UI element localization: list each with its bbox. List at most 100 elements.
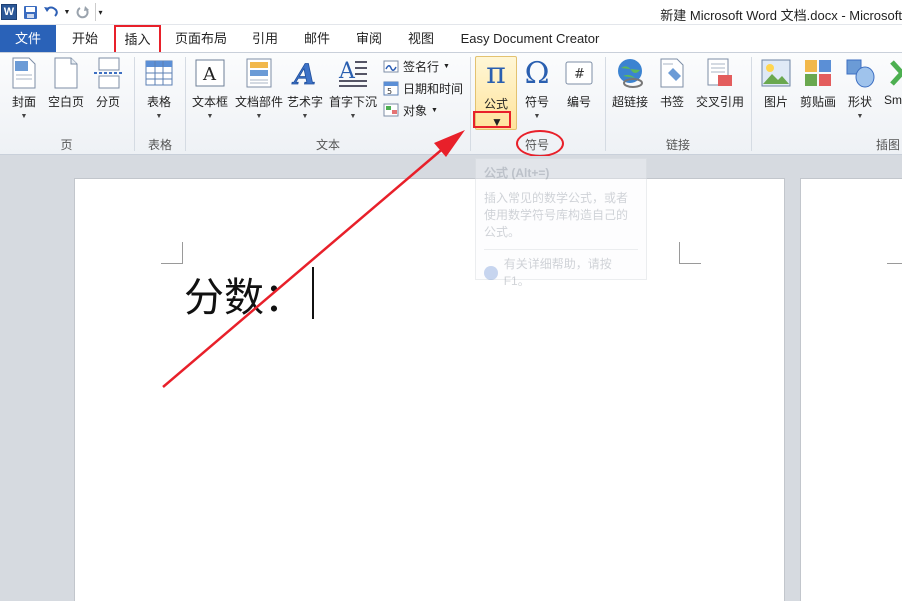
number-icon: #: [563, 57, 595, 89]
document-page[interactable]: 分数：: [74, 178, 785, 601]
quick-parts-dropdown-icon: ▼: [255, 113, 263, 120]
customize-qat-icon[interactable]: ▾: [95, 3, 105, 21]
svg-text:A: A: [202, 64, 217, 85]
shapes-button[interactable]: 形状 ▼: [843, 57, 877, 120]
tab-review[interactable]: 审阅: [348, 25, 390, 52]
tab-insert[interactable]: 插入: [114, 25, 161, 55]
table-icon: [143, 57, 175, 89]
page-break-icon: [92, 57, 124, 89]
help-icon: [484, 266, 498, 280]
equation-tooltip: 公式 (Alt+=) 插入常见的数学公式，或者使用数学符号库构造自己的公式。 有…: [475, 158, 647, 288]
group-separator: [751, 57, 752, 151]
undo-icon[interactable]: [42, 3, 60, 21]
crop-mark: [679, 242, 701, 264]
picture-label: 图片: [763, 95, 788, 109]
tooltip-divider: [484, 249, 638, 250]
object-button[interactable]: 对象 ▼: [383, 100, 438, 120]
cover-page-label: 封面: [11, 95, 36, 109]
number-button[interactable]: # 编号: [562, 57, 596, 110]
shapes-icon: [844, 57, 876, 89]
textbox-icon: A: [194, 57, 226, 89]
tab-references[interactable]: 引用: [244, 25, 286, 52]
number-label: 编号: [566, 95, 591, 109]
signature-line-button[interactable]: 签名行 ▼: [383, 56, 450, 76]
equation-dropdown-highlight: [473, 111, 511, 128]
tab-file[interactable]: 文件: [0, 25, 56, 52]
dropcap-button[interactable]: A 首字下沉 ▼: [328, 57, 378, 120]
table-label: 表格: [146, 95, 171, 109]
save-icon[interactable]: [21, 3, 39, 21]
equation-label: 公式: [483, 97, 508, 111]
tab-mailings[interactable]: 邮件: [296, 25, 338, 52]
quick-parts-button[interactable]: 文档部件 ▼: [233, 57, 285, 120]
page-break-label: 分页: [95, 95, 120, 109]
wordart-button[interactable]: A 艺术字 ▼: [286, 57, 324, 120]
hyperlink-label: 超链接: [611, 95, 648, 109]
symbols-group-highlight: [516, 130, 564, 157]
textbox-button[interactable]: A 文本框 ▼: [190, 57, 230, 120]
cover-page-button[interactable]: 封面 ▼: [6, 57, 42, 120]
symbol-label: 符号: [524, 95, 549, 109]
word-app-icon[interactable]: W: [0, 3, 18, 21]
dropcap-label: 首字下沉: [328, 95, 377, 109]
table-button[interactable]: 表格 ▼: [141, 57, 177, 120]
crop-mark: [887, 242, 902, 264]
tooltip-help: 有关详细帮助，请按 F1。: [484, 256, 638, 290]
tab-page-layout[interactable]: 页面布局: [170, 25, 232, 52]
svg-text:#: #: [574, 67, 585, 82]
symbol-dropdown-icon: ▼: [533, 113, 541, 120]
tab-easy-document-creator[interactable]: Easy Document Creator: [452, 25, 608, 52]
textbox-label: 文本框: [191, 95, 228, 109]
dropcap-icon: A: [337, 57, 369, 89]
cross-reference-icon: [704, 57, 736, 89]
picture-button[interactable]: 图片: [758, 57, 794, 110]
window-title: 新建 Microsoft Word 文档.docx - Microsoft: [660, 8, 902, 23]
document-area: 分数：: [0, 156, 902, 601]
cover-page-dropdown-icon: ▼: [20, 113, 28, 120]
hyperlink-icon: [614, 57, 646, 89]
document-text[interactable]: 分数：: [184, 265, 304, 323]
tab-view[interactable]: 视图: [400, 25, 442, 52]
tooltip-help-text: 有关详细帮助，请按 F1。: [503, 257, 612, 288]
pi-icon: π: [486, 55, 506, 91]
quick-access-toolbar: W ▼ ▾: [0, 2, 108, 22]
document-page-next[interactable]: [800, 178, 902, 601]
quick-parts-label: 文档部件: [234, 95, 283, 109]
redo-icon[interactable]: [74, 3, 92, 21]
text-group-label: 文本: [315, 138, 340, 152]
word-logo: W: [1, 4, 17, 20]
signature-line-icon: [383, 58, 399, 74]
smartart-button[interactable]: Sm: [881, 57, 902, 107]
undo-dropdown-icon[interactable]: ▼: [63, 3, 71, 21]
hyperlink-button[interactable]: 超链接: [610, 57, 650, 110]
object-dropdown-icon: ▼: [431, 106, 438, 114]
wordart-icon: A: [289, 57, 321, 89]
smartart-label: Sm: [884, 93, 902, 107]
date-time-label: 日期和时间: [403, 81, 464, 96]
clipart-icon: [802, 57, 834, 89]
tab-home[interactable]: 开始: [64, 25, 106, 52]
picture-icon: [760, 57, 792, 89]
bookmark-icon: [656, 57, 688, 89]
object-icon: [383, 102, 399, 118]
cross-reference-label: 交叉引用: [695, 95, 744, 109]
page-break-button[interactable]: 分页: [91, 57, 125, 110]
tooltip-title: 公式 (Alt+=): [484, 166, 550, 180]
crop-mark: [161, 242, 183, 264]
title-bar: W ▼ ▾ 新建 Microsoft Word 文档.docx - Micros…: [0, 0, 902, 25]
ribbon-tabs: 文件 开始 插入 页面布局 引用 邮件 审阅 视图 Easy Document …: [0, 25, 902, 55]
text-cursor: [312, 267, 314, 319]
blank-page-button[interactable]: 空白页: [46, 57, 86, 110]
cross-reference-button[interactable]: 交叉引用: [694, 57, 746, 110]
signature-line-label: 签名行: [403, 59, 440, 74]
cover-page-icon: [8, 57, 40, 89]
quick-parts-icon: [243, 57, 275, 89]
object-label: 对象: [403, 103, 428, 118]
dropcap-dropdown-icon: ▼: [349, 113, 357, 120]
bookmark-button[interactable]: 书签: [655, 57, 689, 110]
clipart-button[interactable]: 剪贴画: [798, 57, 838, 110]
tooltip-body: 插入常见的数学公式，或者使用数学符号库构造自己的公式。: [484, 191, 629, 239]
date-time-button[interactable]: 5 日期和时间: [383, 78, 463, 98]
symbol-button[interactable]: Ω 符号 ▼: [520, 56, 554, 121]
shapes-label: 形状: [847, 95, 872, 109]
